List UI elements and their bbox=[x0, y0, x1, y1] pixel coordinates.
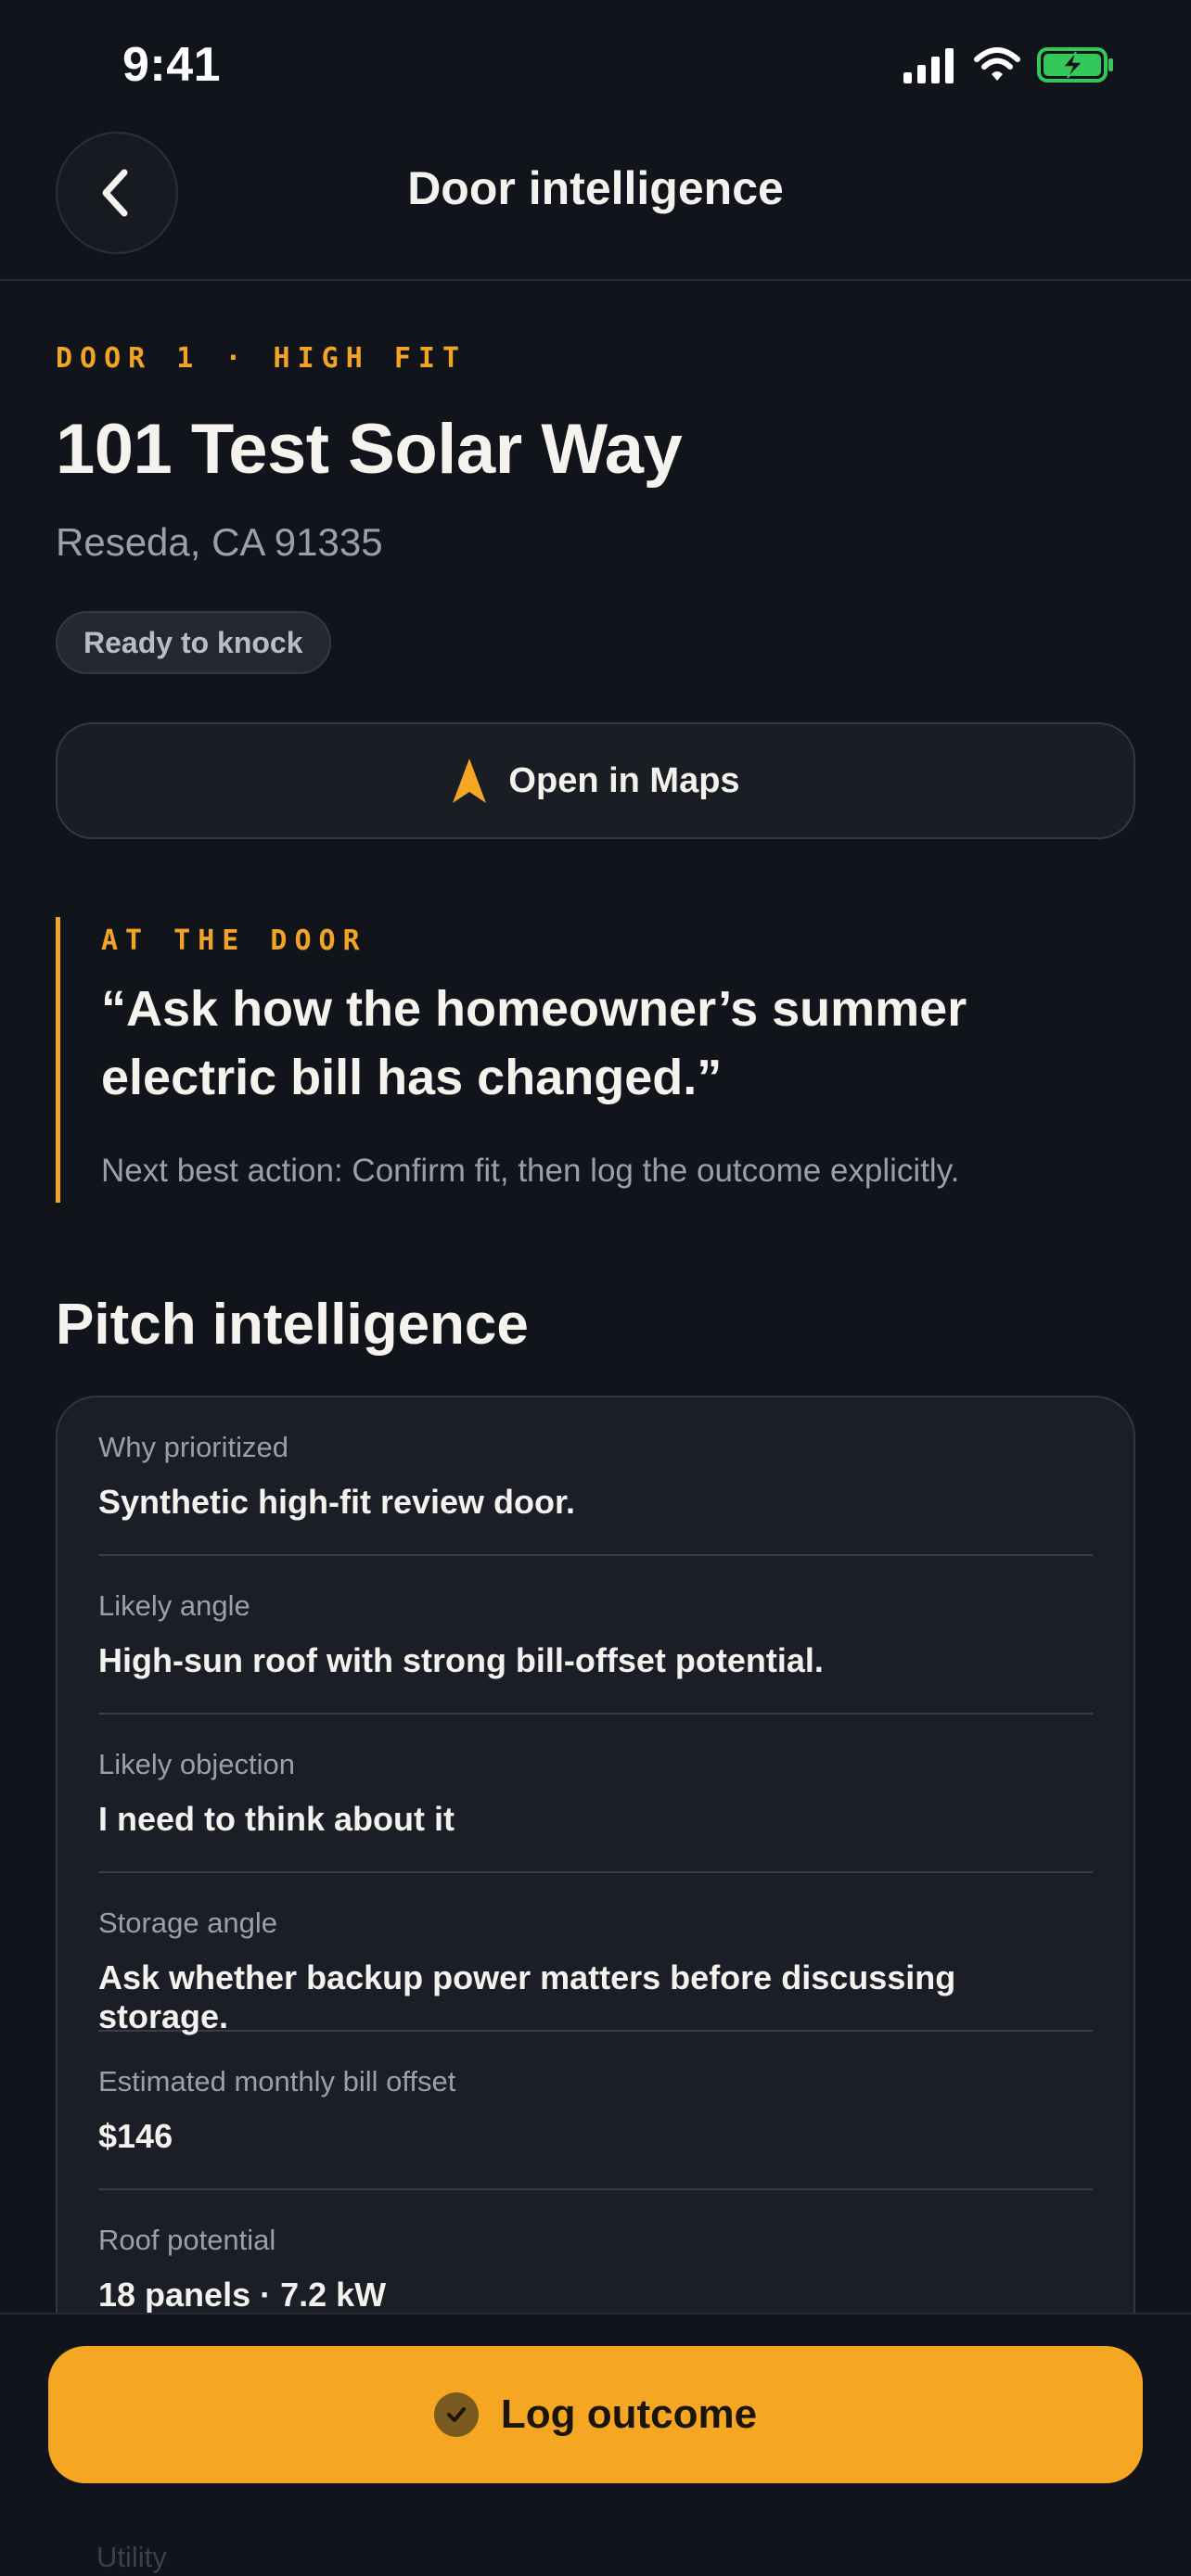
checkmark-icon bbox=[446, 2407, 466, 2422]
door-rank-label: DOOR 1 · HIGH FIT bbox=[56, 342, 467, 375]
intel-label: Likely angle bbox=[98, 1589, 250, 1622]
intel-label: Likely objection bbox=[98, 1748, 295, 1780]
intel-value: $146 bbox=[98, 2117, 173, 2155]
intel-value: High-sun roof with strong bill-offset po… bbox=[98, 1641, 824, 1679]
intel-value: 18 panels · 7.2 kW bbox=[98, 2276, 387, 2314]
callout-quote: “Ask how the homeowner’s summer electric… bbox=[101, 981, 967, 1105]
intel-label: Storage angle bbox=[98, 1906, 278, 1939]
intel-label: Estimated monthly bill offset bbox=[98, 2065, 456, 2098]
open-in-maps-button[interactable]: Open in Maps bbox=[56, 722, 1135, 839]
intel-row-likely-objection: Likely objection I need to think about i… bbox=[98, 1715, 1093, 1873]
at-the-door-callout: AT THE DOOR “Ask how the homeowner’s sum… bbox=[56, 917, 1135, 1203]
wifi-icon bbox=[974, 47, 1020, 81]
door-intelligence-screen: 9:41 Door intelligence DOOR 1 · HIGH FIT… bbox=[0, 0, 1191, 2576]
open-in-maps-label: Open in Maps bbox=[508, 760, 740, 800]
cellular-signal-icon bbox=[903, 48, 954, 83]
callout-heading: AT THE DOOR bbox=[101, 925, 367, 957]
status-icons bbox=[902, 46, 1115, 83]
intel-value: Ask whether backup power matters before … bbox=[98, 1958, 956, 2035]
intel-label: Roof potential bbox=[98, 2224, 276, 2256]
page-title: Door intelligence bbox=[407, 162, 784, 214]
status-badge: Ready to knock bbox=[56, 611, 331, 674]
intel-row-why-prioritized: Why prioritized Synthetic high-fit revie… bbox=[98, 1397, 1093, 1556]
check-circle-icon bbox=[433, 2392, 479, 2437]
status-time: 9:41 bbox=[122, 38, 222, 92]
section-title-pitch-intelligence: Pitch intelligence bbox=[56, 1293, 529, 1357]
status-bar: 9:41 bbox=[0, 0, 1191, 121]
navigation-arrow-icon bbox=[453, 759, 487, 803]
intel-label: Why prioritized bbox=[98, 1431, 288, 1463]
intel-row-storage-angle: Storage angle Ask whether backup power m… bbox=[98, 1873, 1093, 2035]
utility-row-label-peek: Utility bbox=[96, 2541, 167, 2573]
next-best-action: Next best action: Confirm fit, then log … bbox=[101, 1153, 960, 1189]
battery-charging-icon bbox=[1037, 47, 1113, 83]
intel-row-likely-angle: Likely angle High-sun roof with strong b… bbox=[98, 1556, 1093, 1715]
bottom-action-bar: Log outcome Utility bbox=[0, 2313, 1191, 2576]
log-outcome-label: Log outcome bbox=[500, 2391, 758, 2437]
log-outcome-button[interactable]: Log outcome bbox=[48, 2346, 1143, 2483]
door-city: Reseda, CA 91335 bbox=[56, 520, 383, 564]
nav-bar: Door intelligence bbox=[0, 128, 1191, 281]
intel-row-bill-offset: Estimated monthly bill offset $146 bbox=[98, 2032, 1093, 2190]
intel-value: I need to think about it bbox=[98, 1800, 455, 1838]
door-address: 101 Test Solar Way bbox=[56, 410, 683, 489]
intel-value: Synthetic high-fit review door. bbox=[98, 1483, 576, 1521]
